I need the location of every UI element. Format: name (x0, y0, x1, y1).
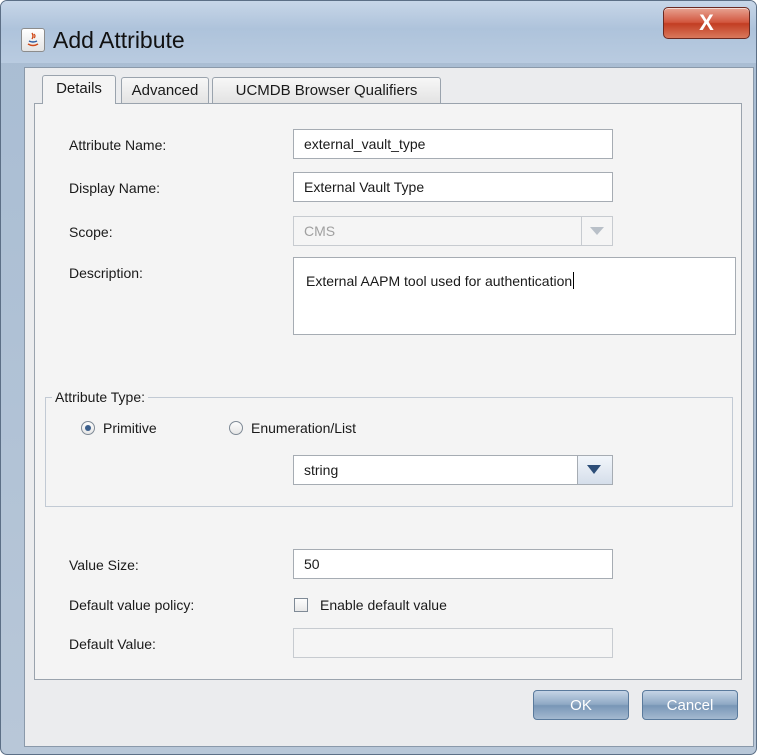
primitive-label[interactable]: Primitive (103, 420, 157, 436)
tab-advanced[interactable]: Advanced (121, 77, 209, 104)
title-bar[interactable]: Add Attribute X (1, 1, 756, 63)
value-size-label: Value Size: (69, 557, 139, 573)
details-panel: Attribute Name: external_vault_type Disp… (34, 103, 742, 680)
default-value-label: Default Value: (69, 636, 156, 652)
dialog-content: Details Advanced UCMDB Browser Qualifier… (24, 67, 754, 747)
scope-label: Scope: (69, 224, 113, 240)
java-icon (21, 28, 45, 52)
text-cursor (573, 272, 575, 289)
ok-button[interactable]: OK (533, 690, 629, 720)
primitive-radio[interactable] (81, 421, 95, 435)
cancel-button[interactable]: Cancel (642, 690, 738, 720)
chevron-down-icon (581, 217, 612, 245)
default-value-policy-label: Default value policy: (69, 597, 195, 613)
enumeration-list-label[interactable]: Enumeration/List (251, 420, 356, 436)
tab-ucmdb-browser-qualifiers[interactable]: UCMDB Browser Qualifiers (212, 77, 441, 104)
attribute-type-select[interactable]: string (293, 455, 613, 485)
chevron-down-icon[interactable] (577, 456, 612, 484)
display-name-label: Display Name: (69, 180, 161, 196)
tab-details[interactable]: Details (42, 75, 116, 104)
description-label: Description: (69, 265, 143, 281)
scope-value: CMS (304, 223, 336, 239)
dialog-title: Add Attribute (53, 27, 185, 53)
description-text: External AAPM tool used for authenticati… (306, 273, 573, 289)
enumeration-list-radio[interactable] (229, 421, 243, 435)
enable-default-value-label[interactable]: Enable default value (320, 597, 447, 613)
radio-selected-dot (85, 425, 91, 431)
display-name-input[interactable]: External Vault Type (293, 172, 613, 202)
attribute-name-input[interactable]: external_vault_type (293, 129, 613, 159)
description-textarea[interactable]: External AAPM tool used for authenticati… (293, 257, 736, 335)
attribute-type-title: Attribute Type: (52, 389, 149, 405)
default-value-input (293, 628, 613, 658)
attribute-name-label: Attribute Name: (69, 137, 167, 153)
enable-default-value-checkbox[interactable] (294, 598, 308, 612)
add-attribute-dialog: Add Attribute X Details Advanced UCMDB B… (0, 0, 757, 755)
value-size-input[interactable]: 50 (293, 549, 613, 579)
close-icon: X (699, 10, 714, 35)
attribute-type-value: string (304, 462, 339, 478)
scope-select: CMS (293, 216, 613, 246)
attribute-type-group: Attribute Type: Primitive Enumeration/Li… (45, 389, 733, 507)
close-button[interactable]: X (663, 7, 750, 39)
